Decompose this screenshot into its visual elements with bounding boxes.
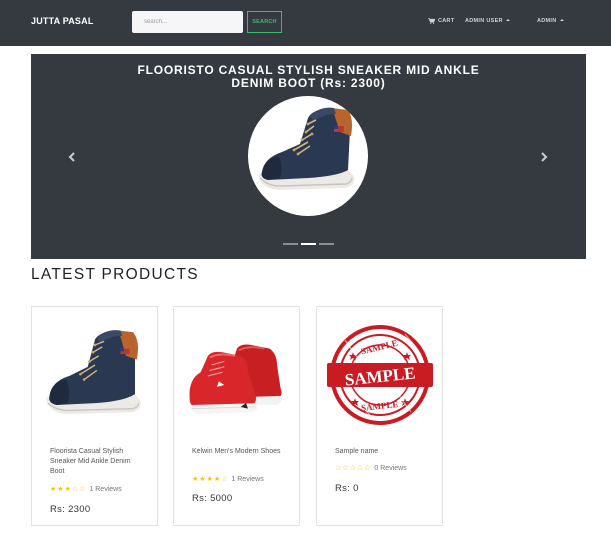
carousel-product-image[interactable] [248,96,368,216]
red-shoes-image [189,344,282,415]
product-price: Rs: 2300 [50,504,91,515]
star-empty-icon: ☆ [221,476,228,483]
svg-text:SAMPLE: SAMPLE [360,338,399,357]
admin-label: ADMIN [537,18,557,24]
carousel-indicator-1[interactable] [283,243,298,245]
carousel-next-button[interactable] [537,150,551,164]
review-count: 1 Reviews [89,486,122,493]
brand-logo[interactable]: JUTTA PASAL [31,16,94,26]
cart-label: CART [438,18,455,24]
carousel-indicators [283,243,334,245]
star-empty-icon: ☆ [349,465,356,472]
admin-user-label: ADMIN USER [465,18,503,24]
product-image-link[interactable]: SAMPLE SAMPLE SAMPLE [325,315,435,435]
admin-user-dropdown[interactable]: ADMIN USER [465,18,510,24]
section-title: LATEST PRODUCTS [31,266,199,283]
chevron-left-icon [68,152,75,162]
carousel-indicator-2[interactable] [301,243,316,245]
review-count: 0 Reviews [374,465,407,472]
product-rating: ★ ★ ★ ☆ ☆ 1 Reviews [50,486,122,493]
star-full-icon: ★ [64,486,71,493]
sample-stamp-image: SAMPLE SAMPLE SAMPLE [327,325,433,425]
star-full-icon: ★ [192,476,199,483]
product-name-link[interactable]: Floorista Casual Stylish Sneaker Mid Ank… [50,447,145,477]
denim-sneaker-image [258,107,355,190]
star-empty-icon: ☆ [342,465,349,472]
caret-down-icon [505,18,510,21]
carousel-title[interactable]: FLOORISTO CASUAL STYLISH SNEAKER MID ANK… [31,64,586,90]
star-empty-icon: ☆ [335,465,342,472]
product-name-link[interactable]: Kelwin Men's Modern Shoes [192,447,287,457]
search-button[interactable]: SEARCH [247,11,282,33]
star-empty-icon: ☆ [364,465,371,472]
navbar: JUTTA PASAL SEARCH CART ADMIN USER ADMIN [0,0,611,46]
product-card: Kelwin Men's Modern Shoes ★ ★ ★ ★ ☆ 1 Re… [173,306,300,526]
product-price: Rs: 5000 [192,493,233,504]
star-empty-icon: ☆ [79,486,86,493]
product-image-link[interactable] [182,315,292,435]
product-card: Floorista Casual Stylish Sneaker Mid Ank… [31,306,158,526]
nav-cart-link[interactable]: CART [428,18,454,24]
product-rating: ☆ ☆ ☆ ☆ ☆ 0 Reviews [335,465,407,472]
star-full-icon: ★ [213,476,221,483]
chevron-right-icon [541,152,548,162]
star-empty-icon: ☆ [356,465,364,472]
star-empty-icon: ☆ [71,486,79,493]
star-full-icon: ★ [206,476,213,483]
admin-dropdown[interactable]: ADMIN [537,18,564,24]
star-full-icon: ★ [199,476,206,483]
star-full-icon: ★ [50,486,57,493]
product-carousel[interactable]: FLOORISTO CASUAL STYLISH SNEAKER MID ANK… [31,54,586,259]
carousel-indicator-3[interactable] [319,243,334,245]
denim-sneaker-image [45,330,141,415]
product-price: Rs: 0 [335,483,359,494]
product-image-link[interactable] [40,315,150,435]
star-full-icon: ★ [57,486,64,493]
product-card: SAMPLE SAMPLE SAMPLE Sample name ☆ ☆ ☆ ☆… [316,306,443,526]
carousel-prev-button[interactable] [65,150,79,164]
caret-down-icon [559,18,564,21]
product-name-link[interactable]: Sample name [335,447,430,457]
search-input[interactable] [132,11,243,33]
cart-icon [428,18,435,24]
review-count: 1 Reviews [231,476,264,483]
product-rating: ★ ★ ★ ★ ☆ 1 Reviews [192,476,264,483]
